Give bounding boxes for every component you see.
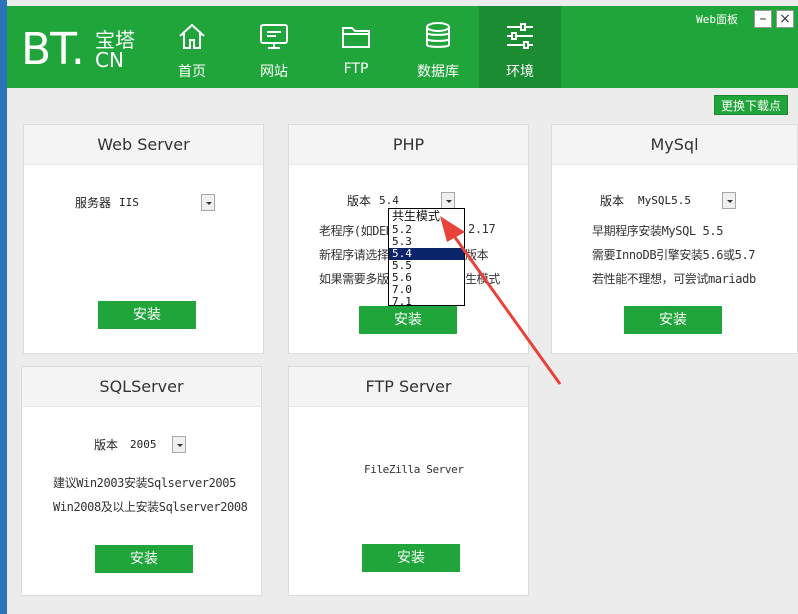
minimize-button[interactable]: – (754, 10, 772, 28)
select-label: 版本 (600, 193, 625, 208)
desktop-background (0, 0, 29, 614)
main-nav: 首页 网站 FTP 数据库 环境 (151, 6, 561, 88)
chevron-down-icon[interactable] (722, 191, 737, 209)
folder-icon (342, 27, 370, 48)
nav-environment[interactable]: 环境 (479, 6, 561, 88)
window-title: Web面板 (696, 13, 738, 26)
select-label: 版本 (347, 193, 372, 208)
window-controls: Web面板 – × (696, 10, 798, 28)
monitor-icon (260, 24, 288, 49)
php-note-3b: 生模式 (465, 272, 500, 286)
install-button[interactable]: 安装 (95, 545, 193, 573)
nav-ftp[interactable]: FTP (315, 6, 397, 88)
webserver-select-row: 服务器 IIS (75, 193, 216, 211)
card-sqlserver: SQLServer 版本 2005 建议Win2003安装Sqlserver20… (21, 366, 262, 596)
home-icon (179, 23, 205, 49)
dropdown-option[interactable]: 7.1 (389, 296, 464, 308)
webserver-select[interactable]: IIS (119, 193, 216, 211)
select-value: MySQL5.5 (638, 193, 691, 207)
bt-panel-window: BT. 宝塔 CN 首页 网站 FTP 数据库 环境 Web面板 – × 更换下… (7, 0, 798, 614)
mysql-note-3: 若性能不理想，可尝试mariadb (592, 272, 756, 286)
nav-website[interactable]: 网站 (233, 6, 315, 88)
change-download-source-button[interactable]: 更换下载点 (714, 95, 788, 115)
card-title: SQLServer (22, 367, 261, 407)
install-button[interactable]: 安装 (98, 301, 196, 329)
php-note-1b: 2.17 (468, 222, 496, 236)
install-button[interactable]: 安装 (624, 306, 722, 334)
select-value: 2005 (130, 437, 157, 451)
php-version-dropdown-list[interactable]: 共生模式 5.2 5.3 5.4 5.5 5.6 7.0 7.1 (388, 208, 465, 308)
chevron-down-icon[interactable] (201, 193, 216, 211)
php-note-3a: 如果需要多版 (319, 272, 389, 286)
select-label: 版本 (94, 437, 119, 452)
nav-label: FTP (343, 61, 369, 77)
card-title: Web Server (24, 125, 263, 165)
mysql-select-row: 版本 MySQL5.5 (600, 191, 737, 209)
close-button[interactable]: × (776, 10, 794, 28)
database-icon (426, 22, 450, 48)
nav-database[interactable]: 数据库 (397, 6, 479, 88)
php-note-2b: 版本 (465, 248, 489, 262)
nav-label: 网站 (260, 64, 288, 80)
sqlserver-note-1: 建议Win2003安装Sqlserver2005 (53, 476, 236, 490)
sqlserver-note-2: Win2008及以上安装Sqlserver2008 (53, 500, 248, 514)
select-value: 5.4 (379, 193, 399, 207)
nav-label: 环境 (506, 64, 534, 80)
ftpserver-note: FileZilla Server (364, 463, 464, 476)
header-bar: BT. 宝塔 CN 首页 网站 FTP 数据库 环境 Web面板 – × (7, 6, 798, 88)
nav-home[interactable]: 首页 (151, 6, 233, 88)
install-button[interactable]: 安装 (362, 544, 460, 572)
mysql-version-select[interactable]: MySQL5.5 (638, 191, 737, 209)
php-version-select[interactable]: 5.4 (379, 191, 456, 209)
logo-cn-bottom: CN (95, 48, 124, 72)
select-label: 服务器 (75, 195, 112, 210)
card-title: FTP Server (289, 367, 528, 407)
mysql-note-1: 早期程序安装MySQL 5.5 (592, 224, 724, 238)
logo-main: BT. (21, 24, 85, 75)
nav-label: 首页 (178, 64, 206, 80)
php-select-row: 版本 5.4 (347, 191, 456, 209)
nav-label: 数据库 (417, 64, 459, 80)
sqlserver-version-select[interactable]: 2005 (130, 435, 187, 453)
install-button[interactable]: 安装 (359, 306, 457, 334)
dropdown-option[interactable]: 共生模式 (389, 209, 464, 224)
card-ftpserver: FTP Server FileZilla Server 安装 (288, 366, 529, 596)
card-title: PHP (289, 125, 528, 165)
chevron-down-icon[interactable] (172, 435, 187, 453)
select-value: IIS (119, 195, 139, 209)
sqlserver-select-row: 版本 2005 (94, 435, 187, 453)
card-mysql: MySql 版本 MySQL5.5 早期程序安装MySQL 5.5 需要Inno… (551, 124, 798, 354)
card-webserver: Web Server 服务器 IIS 安装 (23, 124, 264, 354)
mysql-note-2: 需要InnoDB引擎安装5.6或5.7 (592, 248, 756, 262)
chevron-down-icon[interactable] (441, 191, 456, 209)
php-note-2a: 新程序请选择 (319, 248, 389, 262)
card-title: MySql (552, 125, 797, 165)
sliders-icon (507, 23, 533, 49)
bt-logo: BT. 宝塔 CN (21, 22, 141, 76)
